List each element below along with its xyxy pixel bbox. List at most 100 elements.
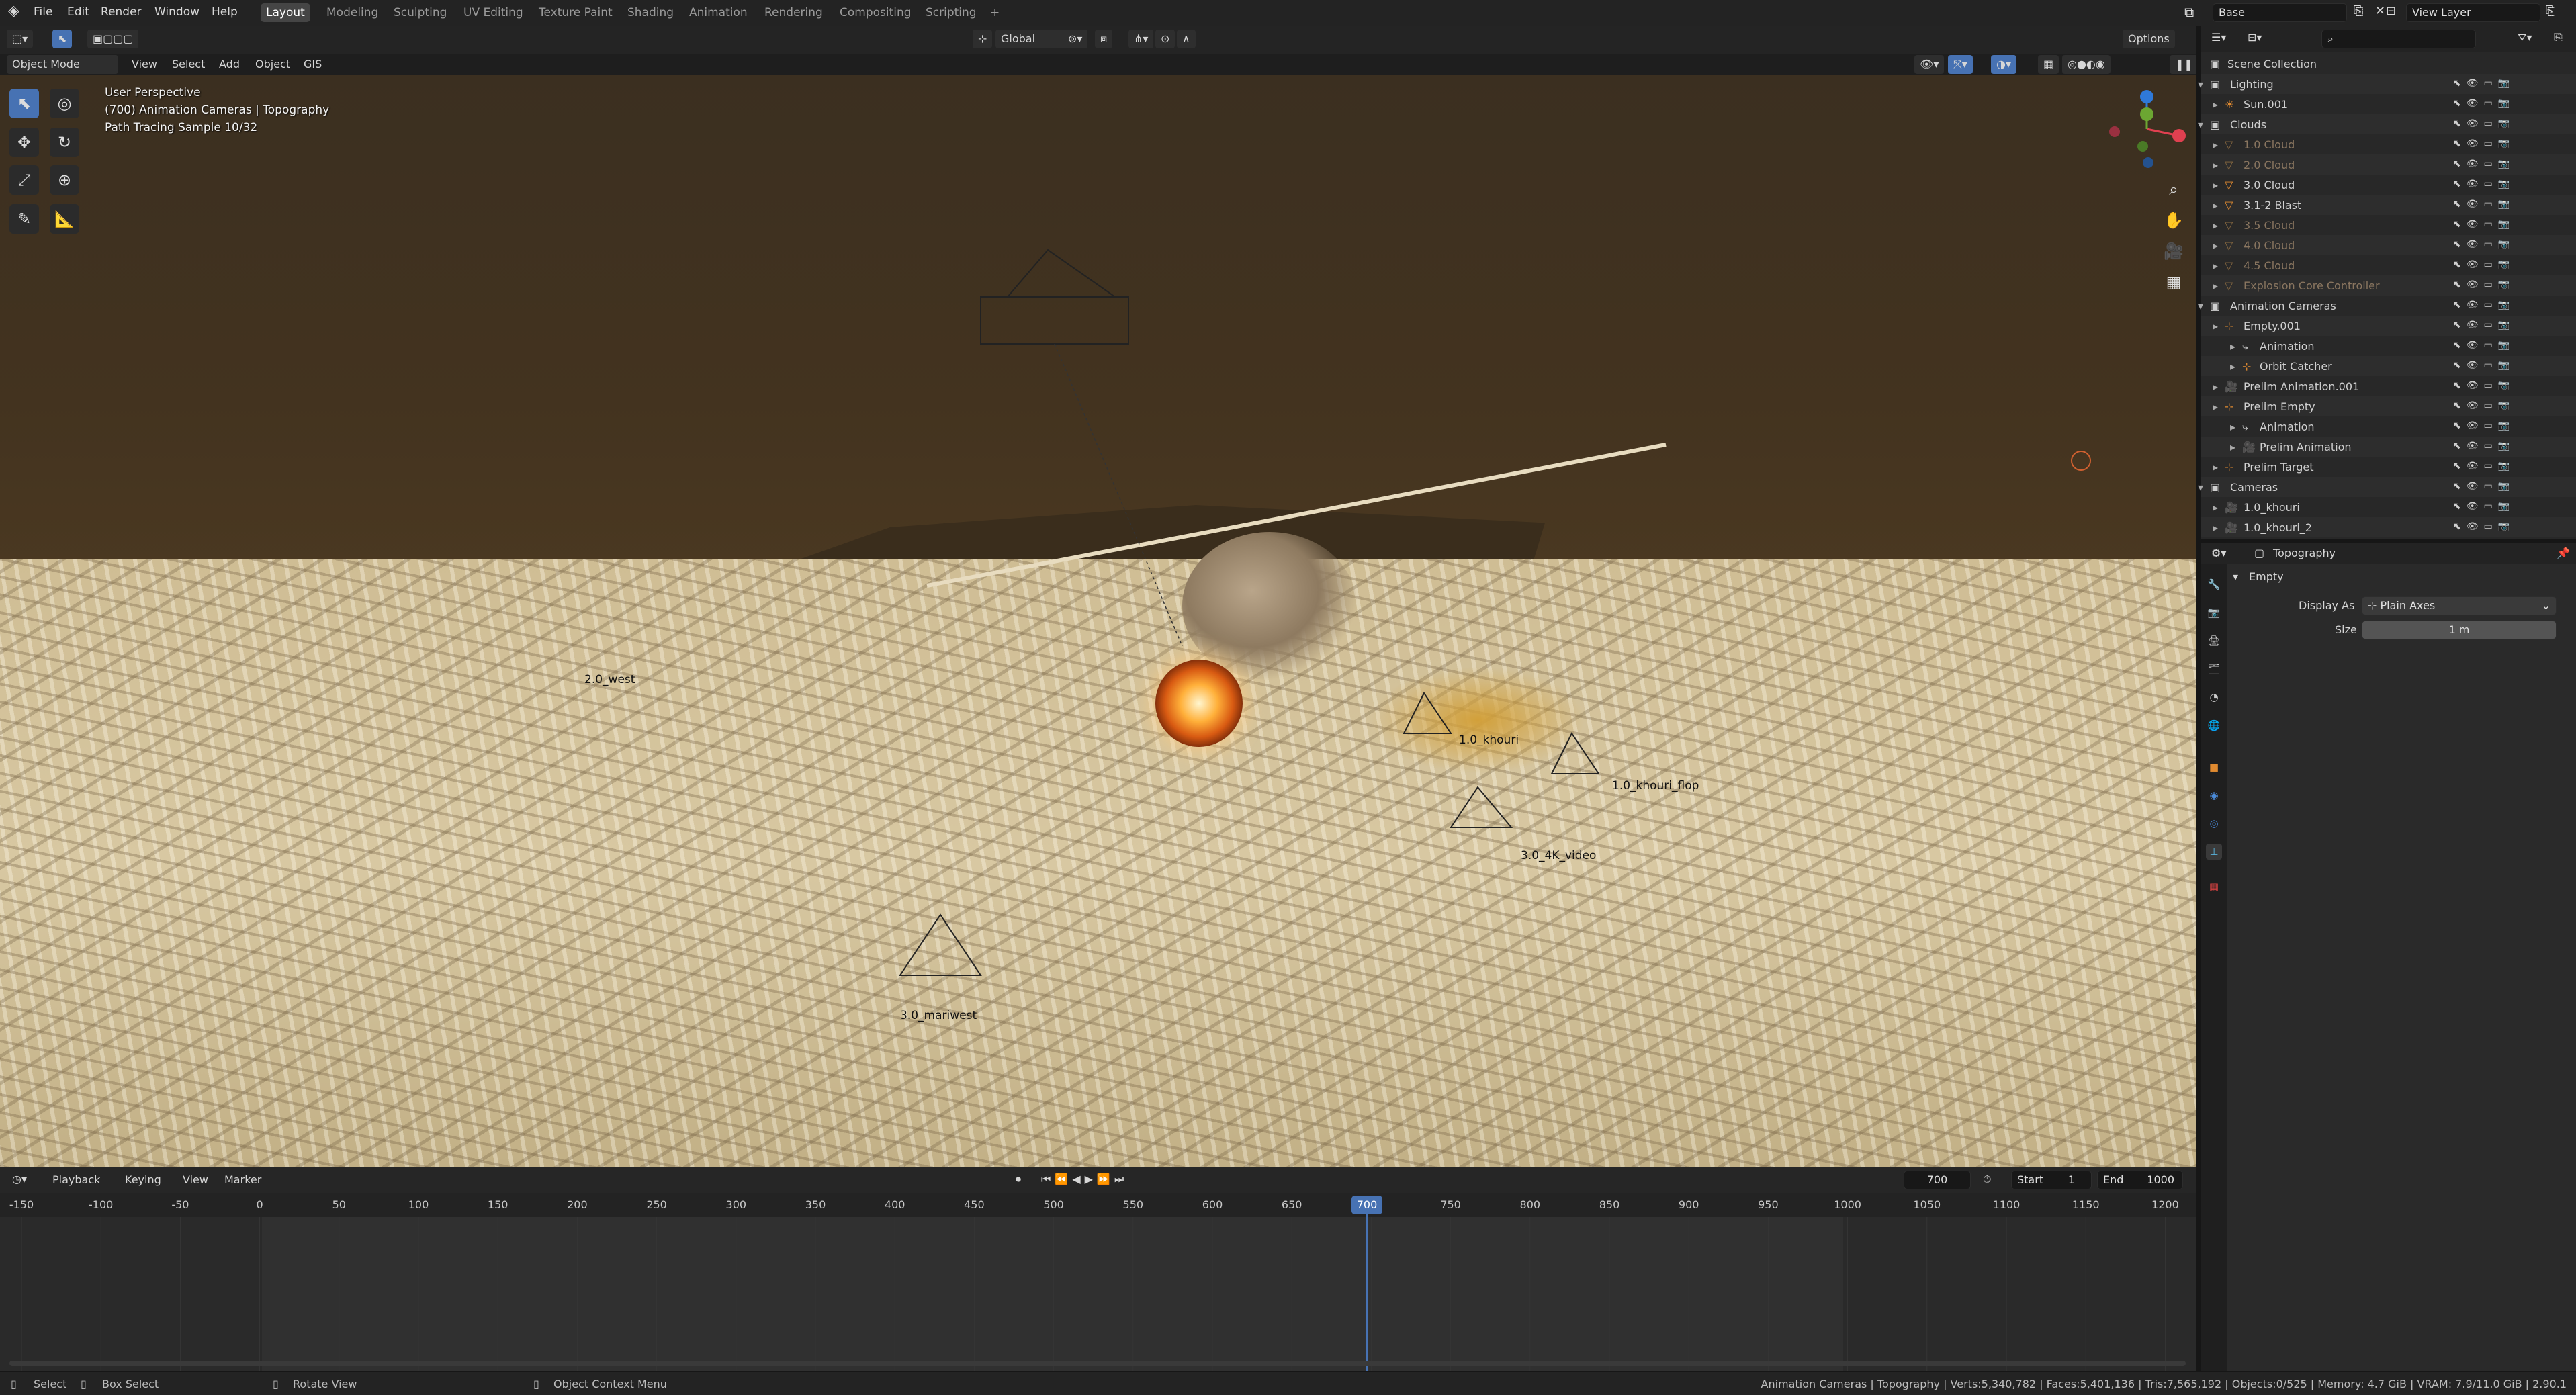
visibility-toggles-icon[interactable]: ⬉👁▭📷 [2453, 360, 2515, 371]
playhead-frame-label[interactable]: 700 [1351, 1196, 1382, 1214]
visibility-toggles-icon[interactable]: ⬉👁▭📷 [2453, 199, 2515, 210]
display-mode-icon[interactable]: ⊟▾ [2248, 31, 2262, 44]
visibility-toggles-icon[interactable]: ⬉👁▭📷 [2453, 481, 2515, 492]
texture-tab-icon[interactable]: ▦ [2206, 879, 2222, 895]
transform-tool[interactable]: ⊕ [50, 165, 79, 195]
chevron-right-icon[interactable]: ▸ [2213, 259, 2218, 272]
outliner-editor-icon[interactable]: ☰▾ [2211, 31, 2226, 44]
proportional-edit-icon[interactable]: ⊙ [1155, 30, 1175, 48]
outliner-search-input[interactable]: ⌕ [2321, 30, 2476, 48]
visibility-toggles-icon[interactable]: ⬉👁▭📷 [2453, 320, 2515, 330]
menu-keying[interactable]: Keying [125, 1173, 161, 1186]
visibility-toggles-icon[interactable]: ⬉👁▭📷 [2453, 420, 2515, 431]
chevron-right-icon[interactable]: ▸ [2230, 360, 2235, 373]
chevron-right-icon[interactable]: ▸ [2213, 179, 2218, 191]
tab-rendering[interactable]: Rendering [759, 3, 828, 22]
blender-logo-icon[interactable]: ◈ [8, 3, 19, 19]
chevron-right-icon[interactable]: ▸ [2213, 521, 2218, 534]
outliner-row[interactable]: ▸ ▽ 2.0 Cloud ⬉👁▭📷 [2201, 154, 2576, 175]
menu-render[interactable]: Render [101, 5, 142, 19]
chevron-right-icon[interactable]: ▸ [2213, 138, 2218, 151]
visibility-toggles-icon[interactable]: ⬉👁▭📷 [2453, 400, 2515, 411]
new-view-layer-icon[interactable]: ⎘ [2546, 4, 2555, 18]
outliner-row[interactable]: ▸ 🎥 1.0_khouri ⬉👁▭📷 [2201, 497, 2576, 517]
preview-range-icon[interactable]: ⏱ [1983, 1173, 1991, 1186]
menu-view[interactable]: View [183, 1173, 208, 1186]
chevron-down-icon[interactable]: ▾ [2198, 481, 2203, 494]
visibility-toggles-icon[interactable]: ⬉👁▭📷 [2453, 138, 2515, 149]
outliner-row[interactable]: ▸ ☀ Sun.001 ⬉👁▭📷 [2201, 94, 2576, 114]
camera-label[interactable]: 3.0_mariwest [900, 1009, 977, 1022]
visibility-toggles-icon[interactable]: ⬉👁▭📷 [2453, 521, 2515, 532]
gizmo-icon[interactable]: ⤧▾ [1948, 55, 1973, 74]
object-tab-icon[interactable]: ■ [2206, 759, 2222, 775]
chevron-right-icon[interactable]: ▸ [2213, 380, 2218, 393]
visibility-toggles-icon[interactable]: ⬉👁▭📷 [2453, 179, 2515, 189]
playback-controls-icon[interactable]: ⏮⏪◀▶⏩⏭ [1041, 1173, 1128, 1186]
scene-name-field[interactable]: Base [2213, 3, 2347, 22]
size-field[interactable]: 1 m [2362, 621, 2557, 639]
chevron-right-icon[interactable]: ▸ [2213, 219, 2218, 232]
outliner-row[interactable]: ▸ ▽ Explosion Core Controller ⬉👁▭📷 [2201, 275, 2576, 296]
tab-uv-editing[interactable]: UV Editing [458, 3, 529, 22]
chevron-right-icon[interactable]: ▸ [2213, 98, 2218, 111]
visibility-toggles-icon[interactable]: ⬉👁▭📷 [2453, 340, 2515, 351]
outliner-row[interactable]: ▾ ▣ Lighting ⬉👁▭📷 [2198, 74, 2576, 94]
camera-label[interactable]: 1.0_khouri [1459, 733, 1519, 747]
current-frame-field[interactable]: 700 [1904, 1171, 1971, 1189]
visibility-toggles-icon[interactable]: ⬉👁▭📷 [2453, 501, 2515, 512]
physics-tab-icon[interactable]: ◎ [2206, 815, 2222, 831]
tool-tab-icon[interactable]: 🔧 [2206, 576, 2222, 592]
xray-icon[interactable]: ▦ [2038, 55, 2059, 74]
filter-icon[interactable]: ⛛▾ [2518, 31, 2532, 44]
camera-view-icon[interactable]: 🎥 [2160, 238, 2187, 265]
modifier-tab-icon[interactable]: ◉ [2206, 787, 2222, 803]
falloff-icon[interactable]: ∧ [1177, 30, 1196, 48]
chevron-down-icon[interactable]: ▾ [2198, 78, 2203, 91]
visibility-toggles-icon[interactable]: ⬉👁▭📷 [2453, 118, 2515, 129]
menu-playback[interactable]: Playback [52, 1173, 100, 1186]
camera-label[interactable]: 3.0_4K_video [1521, 849, 1596, 862]
outliner-row[interactable]: ▸ ⊹ Orbit Catcher ⬉👁▭📷 [2201, 356, 2576, 376]
outliner-row[interactable]: ▸ ▽ 1.0 Cloud ⬉👁▭📷 [2201, 134, 2576, 154]
visibility-toggles-icon[interactable]: ⬉👁▭📷 [2453, 279, 2515, 290]
measure-tool[interactable]: 📐 [50, 204, 79, 234]
outliner-row[interactable]: ▸ 🎥 Prelim Animation ⬉👁▭📷 [2201, 437, 2576, 457]
outliner-row[interactable]: ▾ ▣ Clouds ⬉👁▭📷 [2198, 114, 2576, 134]
render-tab-icon[interactable]: 📷 [2206, 604, 2222, 621]
chevron-right-icon[interactable]: ▸ [2213, 199, 2218, 212]
visibility-toggles-icon[interactable]: ⬉👁▭📷 [2453, 300, 2515, 310]
chevron-right-icon[interactable]: ▸ [2230, 340, 2235, 353]
new-scene-icon[interactable]: ⎘ [2354, 4, 2363, 18]
outliner-row[interactable]: ▾ ▣ Animation Cameras ⬉👁▭📷 [2198, 296, 2576, 316]
editor-type-icon[interactable]: ⬚▾ [7, 30, 34, 48]
snap-target-icon[interactable]: ⋔▾ [1128, 30, 1154, 48]
visibility-toggles-icon[interactable]: ⬉👁▭📷 [2453, 219, 2515, 230]
visibility-toggles-icon[interactable]: ⬉👁▭📷 [2453, 78, 2515, 89]
view-layer-field[interactable]: View Layer [2406, 3, 2540, 22]
playhead-line[interactable] [1366, 1214, 1368, 1371]
pause-render-icon[interactable]: ❚❚ [2170, 55, 2199, 74]
visibility-icon[interactable]: 👁▾ [1914, 55, 1945, 74]
tab-scripting[interactable]: Scripting [920, 3, 982, 22]
orientation-icon[interactable]: ⊹ [973, 30, 993, 48]
chevron-right-icon[interactable]: ▸ [2213, 461, 2218, 474]
pivot-icon[interactable]: ⊚▾ [1063, 30, 1088, 48]
menu-edit[interactable]: Edit [67, 5, 89, 19]
outliner-row[interactable]: ▸ ⊹ Prelim Empty ⬉👁▭📷 [2201, 396, 2576, 416]
rotate-tool[interactable]: ↻ [50, 128, 79, 157]
move-tool[interactable]: ✥ [9, 128, 39, 157]
outliner-row[interactable]: ▸ ▽ 3.0 Cloud ⬉👁▭📷 [2201, 175, 2576, 195]
chevron-right-icon[interactable]: ▸ [2213, 159, 2218, 171]
properties-editor-icon[interactable]: ⚙▾ [2211, 547, 2226, 559]
visibility-toggles-icon[interactable]: ⬉👁▭📷 [2453, 239, 2515, 250]
object-mode-dropdown[interactable]: Object Mode [7, 55, 118, 74]
chevron-right-icon[interactable]: ▸ [2230, 441, 2235, 453]
chevron-down-icon[interactable]: ▾ [2198, 118, 2203, 131]
tab-sculpting[interactable]: Sculpting [388, 3, 452, 22]
pan-hand-icon[interactable]: ✋ [2160, 207, 2187, 234]
outliner-row[interactable]: ▸ ⊹ Prelim Target ⬉👁▭📷 [2201, 457, 2576, 477]
cursor-tool[interactable]: ◎ [50, 89, 79, 118]
delete-scene-icon[interactable]: ✕ [2375, 4, 2385, 18]
menu-gis[interactable]: GIS [304, 58, 322, 71]
